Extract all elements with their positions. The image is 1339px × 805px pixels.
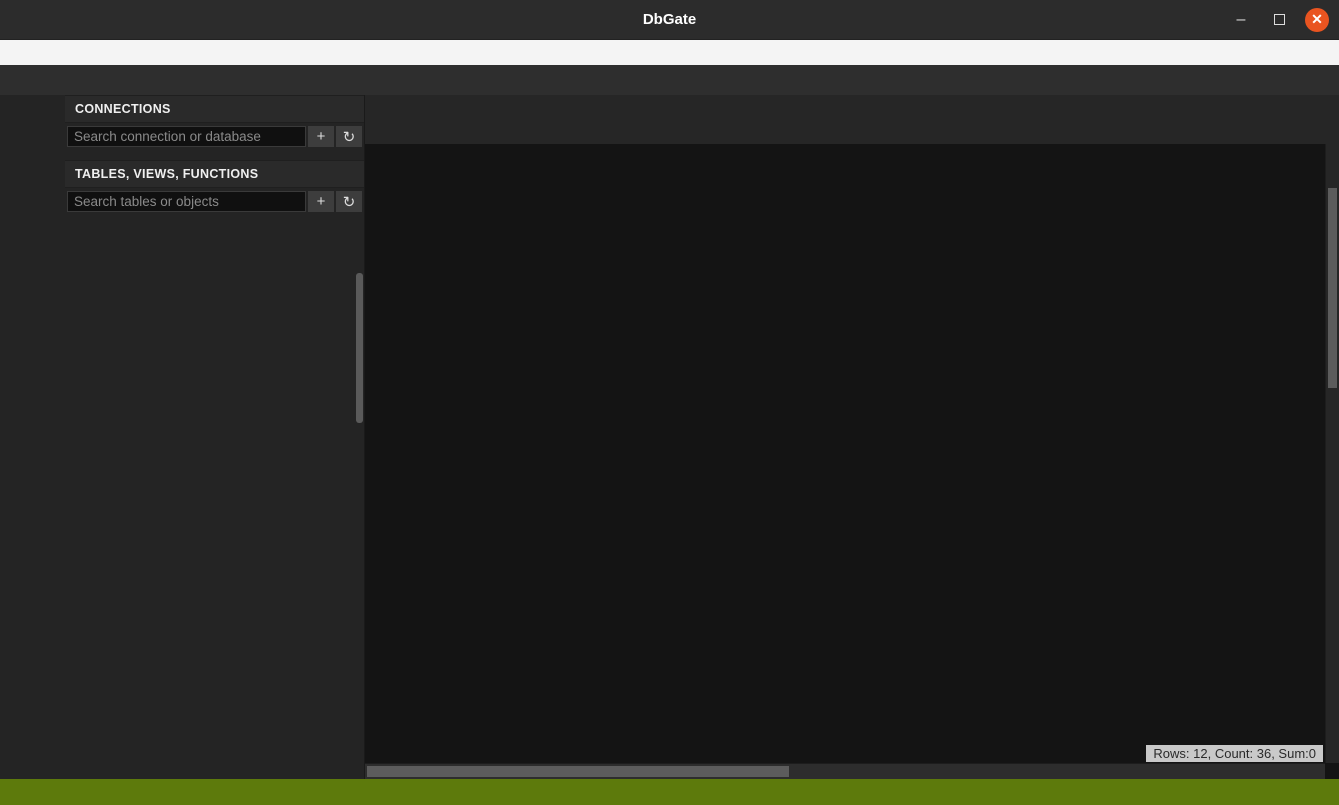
- connections-header: CONNECTIONS: [65, 95, 364, 123]
- window-controls: – ✕: [1229, 0, 1329, 39]
- maximize-icon: [1274, 14, 1285, 25]
- side-panel: CONNECTIONS + ↻ TABLES, VIEWS, FUNCTIONS…: [65, 95, 365, 779]
- connections-search-row: + ↻: [65, 123, 364, 150]
- minimize-button[interactable]: –: [1229, 8, 1253, 32]
- tables-search-row: + ↻: [65, 188, 364, 215]
- tables-refresh-button[interactable]: ↻: [336, 191, 362, 212]
- grid-vertical-scrollbar[interactable]: [1325, 144, 1339, 763]
- window-title: DbGate: [643, 11, 696, 28]
- tables-scrollbar[interactable]: [356, 273, 363, 423]
- tables-add-button[interactable]: +: [308, 191, 334, 212]
- data-grid: Rows: 12, Count: 36, Sum:0: [365, 144, 1339, 779]
- grid-horizontal-scrollbar[interactable]: [365, 763, 1325, 779]
- connections-add-button[interactable]: +: [308, 126, 334, 147]
- selection-stats: Rows: 12, Count: 36, Sum:0: [1146, 745, 1323, 762]
- icon-rail: [0, 95, 65, 779]
- close-button[interactable]: ✕: [1305, 8, 1329, 32]
- maximize-button[interactable]: [1267, 8, 1291, 32]
- tab-strip: [365, 95, 1339, 144]
- tables-tree: [65, 215, 364, 779]
- connections-search-input[interactable]: [67, 126, 306, 147]
- scrollbar-thumb[interactable]: [367, 766, 789, 777]
- menu-bar: [0, 40, 1339, 65]
- connections-list: [65, 150, 364, 160]
- status-bar: [0, 779, 1339, 805]
- title-bar: DbGate – ✕: [0, 0, 1339, 40]
- scrollbar-thumb[interactable]: [1328, 188, 1337, 388]
- tables-search-input[interactable]: [67, 191, 306, 212]
- tables-header: TABLES, VIEWS, FUNCTIONS: [65, 160, 364, 188]
- toolbar: [0, 65, 1339, 95]
- connections-refresh-button[interactable]: ↻: [336, 126, 362, 147]
